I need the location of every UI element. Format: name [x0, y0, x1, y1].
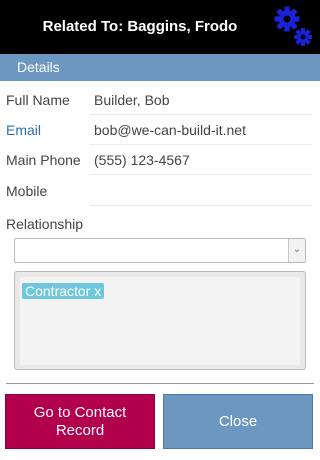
go-to-contact-record-label: Go to Contact Record	[33, 403, 127, 439]
email-row: Email bob@we-can-build-it.net	[0, 115, 320, 145]
app-header: Related To: Baggins, Frodo	[0, 0, 320, 54]
gears-icon[interactable]	[270, 4, 316, 50]
main-phone-label: Main Phone	[6, 152, 81, 168]
details-section-header: Details	[0, 54, 320, 81]
close-button[interactable]: Close	[163, 394, 313, 449]
divider	[6, 383, 314, 384]
full-name-row: Full Name Builder, Bob	[0, 85, 320, 115]
full-name-value: Builder, Bob	[90, 85, 312, 115]
relationship-label: Relationship	[6, 216, 84, 232]
close-button-label: Close	[218, 413, 258, 430]
chevron-down-icon[interactable]: ⌄	[288, 239, 305, 262]
relationship-select[interactable]: ⌄	[14, 238, 306, 263]
email-link[interactable]: Email	[6, 115, 41, 145]
go-to-contact-record-button[interactable]: Go to Contact Record	[5, 394, 155, 449]
relationship-tag-contractor[interactable]: Contractor x	[22, 283, 105, 299]
relationship-tags-inner: Contractor x	[20, 277, 300, 365]
full-name-label: Full Name	[6, 92, 70, 108]
main-phone-value: (555) 123-4567	[90, 145, 312, 175]
email-value: bob@we-can-build-it.net	[90, 115, 312, 145]
main-phone-row: Main Phone (555) 123-4567	[0, 145, 320, 175]
mobile-row: Mobile	[0, 176, 320, 206]
mobile-value	[90, 176, 312, 206]
mobile-label: Mobile	[6, 183, 48, 199]
header-title: Related To: Baggins, Frodo	[42, 18, 238, 35]
relationship-tags-box[interactable]: Contractor x	[14, 271, 306, 370]
